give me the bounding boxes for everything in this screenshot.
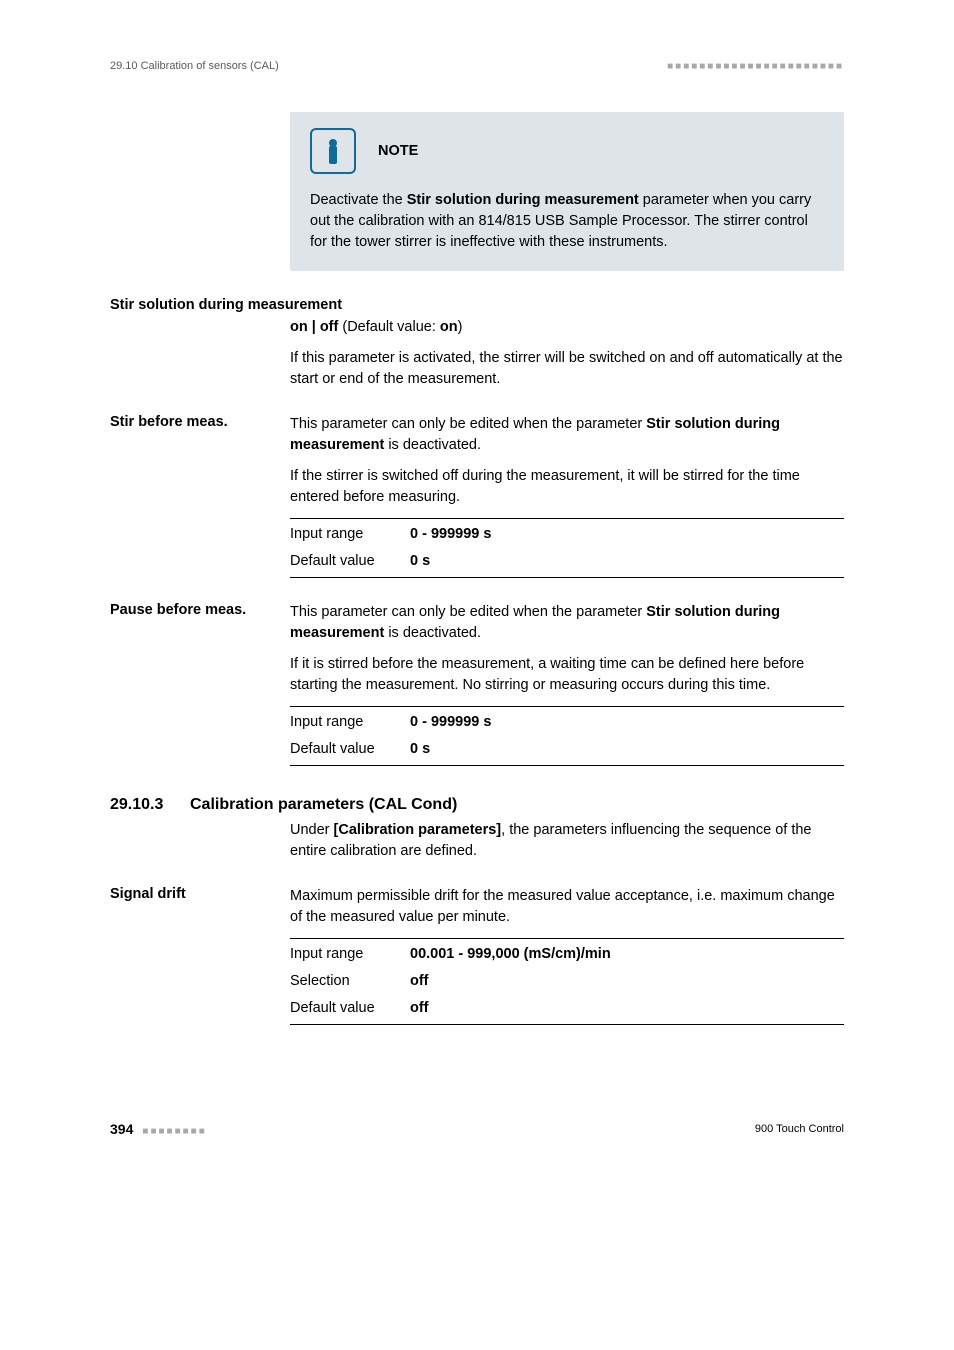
range-key-input: Input range — [290, 944, 410, 965]
param-pause-p2: If it is stirred before the measurement,… — [290, 654, 844, 696]
range-key-input: Input range — [290, 712, 410, 733]
param-stir-before-p2: If the stirrer is switched off during th… — [290, 466, 844, 508]
range-val-default: 0 s — [410, 551, 430, 572]
running-header-section: 29.10 Calibration of sensors (CAL) — [110, 60, 279, 72]
intro-bold: [Calibration parameters] — [334, 822, 502, 838]
range-val-input: 0 - 999999 s — [410, 712, 491, 733]
signal-drift-desc: Maximum permissible drift for the measur… — [290, 886, 844, 928]
footer-dashes: ■■■■■■■■ — [142, 1126, 206, 1137]
param-label: Stir solution during measurement — [110, 297, 342, 313]
note-body: Deactivate the Stir solution during meas… — [310, 190, 824, 253]
param-stir-during: Stir solution during measurement — [110, 297, 844, 313]
range-val-input: 00.001 - 999,000 (mS/cm)/min — [410, 944, 611, 965]
param-default-val: on — [440, 319, 458, 335]
range-key-input: Input range — [290, 524, 410, 545]
param-label: Stir before meas. — [110, 414, 290, 584]
param-stir-before-p1: This parameter can only be edited when t… — [290, 414, 844, 456]
param-label: Signal drift — [110, 886, 290, 1031]
page-number: 394 — [110, 1121, 133, 1137]
range-val-default: 0 s — [410, 739, 430, 760]
page-footer: 394 ■■■■■■■■ 900 Touch Control — [110, 1121, 844, 1137]
range-table: Input range 0 - 999999 s Default value 0… — [290, 706, 844, 766]
range-key-default: Default value — [290, 551, 410, 572]
param-options: on | off — [290, 319, 338, 335]
running-header: 29.10 Calibration of sensors (CAL) ■■■■■… — [110, 60, 844, 72]
range-val-input: 0 - 999999 s — [410, 524, 491, 545]
section-heading: 29.10.3 Calibration parameters (CAL Cond… — [110, 796, 844, 814]
note-body-bold: Stir solution during measurement — [407, 192, 639, 208]
info-icon — [310, 128, 356, 174]
section-number: 29.10.3 — [110, 796, 190, 814]
param-default-text: (Default value: — [338, 319, 440, 335]
note-body-pre: Deactivate the — [310, 192, 407, 208]
param-pause-before: Pause before meas. This parameter can on… — [110, 602, 844, 772]
param-signal-drift: Signal drift Maximum permissible drift f… — [110, 886, 844, 1031]
param-desc: If this parameter is activated, the stir… — [290, 348, 844, 390]
param-pause-p1: This parameter can only be edited when t… — [290, 602, 844, 644]
section-title: Calibration parameters (CAL Cond) — [190, 796, 457, 814]
section-intro: Under [Calibration parameters], the para… — [290, 820, 844, 862]
pp1-pre: This parameter can only be edited when t… — [290, 604, 646, 620]
p1-pre: This parameter can only be edited when t… — [290, 416, 646, 432]
range-key-default: Default value — [290, 739, 410, 760]
param-label: Pause before meas. — [110, 602, 290, 772]
range-key-default: Default value — [290, 998, 410, 1019]
pp1-post: is deactivated. — [384, 625, 481, 641]
range-val-default: off — [410, 998, 429, 1019]
intro-pre: Under — [290, 822, 334, 838]
param-stir-before: Stir before meas. This parameter can onl… — [110, 414, 844, 584]
footer-product: 900 Touch Control — [755, 1123, 844, 1135]
param-options-line: on | off (Default value: on) — [290, 317, 844, 338]
running-header-dashes: ■■■■■■■■■■■■■■■■■■■■■■ — [667, 61, 844, 72]
range-table: Input range 0 - 999999 s Default value 0… — [290, 518, 844, 578]
param-paren: ) — [458, 319, 463, 335]
range-val-selection: off — [410, 971, 429, 992]
note-title: NOTE — [378, 143, 418, 159]
range-table: Input range 00.001 - 999,000 (mS/cm)/min… — [290, 938, 844, 1025]
note-box: NOTE Deactivate the Stir solution during… — [290, 112, 844, 271]
range-key-selection: Selection — [290, 971, 410, 992]
p1-post: is deactivated. — [384, 437, 481, 453]
